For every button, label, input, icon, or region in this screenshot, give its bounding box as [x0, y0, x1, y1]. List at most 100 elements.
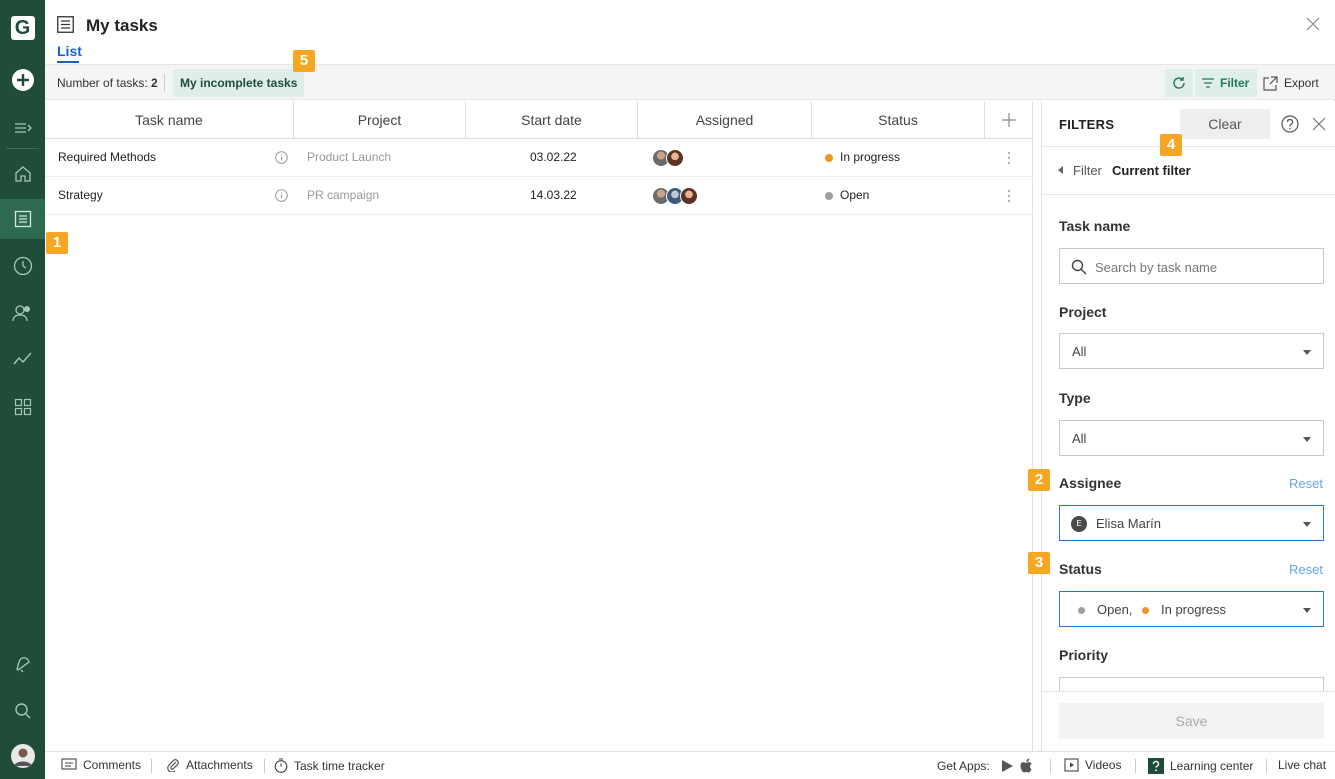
clock-icon[interactable] [0, 246, 45, 286]
search-icon[interactable] [0, 691, 45, 731]
task-count: Number of tasks: 2 [57, 76, 158, 90]
refresh-button[interactable] [1165, 69, 1193, 97]
filter-button[interactable]: Filter [1195, 69, 1257, 97]
priority-select[interactable] [1059, 677, 1324, 691]
notifications-icon[interactable] [0, 644, 45, 684]
chevron-down-icon [1303, 608, 1311, 613]
assignee-label: Assignee [1059, 475, 1122, 491]
badge-4: 4 [1160, 134, 1182, 156]
analytics-icon[interactable] [0, 339, 45, 379]
status-value-in-progress: In progress [1161, 602, 1227, 617]
videos-label: Videos [1085, 758, 1122, 772]
type-value: All [1072, 431, 1087, 446]
table-row[interactable]: Required Methods Product Launch 03.02.22… [45, 139, 1033, 177]
task-name-cell[interactable]: Strategy [58, 177, 103, 214]
filter-breadcrumb[interactable]: Filter Current filter [1042, 147, 1335, 195]
live-chat-label: Live chat [1278, 758, 1327, 772]
status-dot [825, 154, 833, 162]
comments-button[interactable]: Comments [61, 758, 141, 772]
badge-1: 1 [46, 232, 68, 254]
status-select[interactable]: Open, In progress [1059, 591, 1324, 627]
tasks-list-icon[interactable] [0, 199, 45, 239]
task-name-label: Task name [1059, 218, 1131, 234]
close-panel-icon[interactable] [1312, 117, 1326, 131]
help-icon[interactable] [1281, 115, 1299, 133]
task-name-search-input[interactable]: Search by task name [1059, 248, 1324, 284]
close-icon[interactable] [1305, 16, 1321, 32]
bottom-bar: Comments Attachments Task time tracker G… [45, 751, 1335, 779]
status-cell[interactable]: Open [840, 177, 869, 214]
refresh-icon [1173, 77, 1185, 89]
add-icon[interactable] [0, 60, 45, 100]
users-icon[interactable] [0, 293, 45, 333]
row-menu-icon[interactable] [1004, 188, 1014, 204]
get-apps-label: Get Apps: [937, 759, 990, 773]
app-logo[interactable]: G [0, 8, 45, 48]
expand-menu-icon[interactable] [0, 108, 45, 148]
project-select[interactable]: All [1059, 333, 1324, 369]
search-placeholder: Search by task name [1095, 260, 1218, 275]
add-column-button[interactable] [985, 101, 1033, 139]
start-date-cell: 03.02.22 [530, 150, 577, 164]
table-header: Task name Project Start date Assigned St… [45, 101, 1033, 139]
page-title: My tasks [86, 16, 158, 35]
column-header-project[interactable]: Project [294, 101, 466, 139]
type-select[interactable]: All [1059, 420, 1324, 456]
column-header-task-name[interactable]: Task name [45, 101, 294, 139]
save-button[interactable]: Save [1059, 703, 1324, 739]
plus-icon [1002, 113, 1016, 127]
filters-panel: FILTERS Clear Filter Current filter Task… [1041, 101, 1335, 751]
back-arrow-icon[interactable] [1058, 166, 1063, 174]
export-icon [1263, 75, 1278, 91]
user-avatar[interactable] [0, 736, 45, 776]
assignee-avatars[interactable] [652, 187, 698, 205]
avatar [680, 187, 698, 205]
assignee-avatars[interactable] [652, 149, 684, 167]
chevron-down-icon [1303, 522, 1311, 527]
table-row[interactable]: Strategy PR campaign 14.03.22 Open [45, 177, 1033, 215]
info-icon[interactable] [275, 189, 288, 202]
task-time-tracker-button[interactable]: Task time tracker [274, 758, 385, 773]
home-icon[interactable] [0, 154, 45, 194]
badge-3: 3 [1028, 552, 1050, 574]
breadcrumb-parent[interactable]: Filter [1073, 163, 1102, 178]
video-icon [1064, 758, 1079, 772]
learning-center-label: Learning center [1170, 759, 1254, 773]
my-incomplete-tasks-button[interactable]: My incomplete tasks [173, 69, 305, 97]
footer-divider [151, 759, 152, 773]
column-header-status[interactable]: Status [812, 101, 985, 139]
assignee-select[interactable]: E Elisa Marín [1059, 505, 1324, 541]
filter-button-label: Filter [1220, 76, 1250, 90]
filter-icon [1202, 78, 1214, 88]
learning-center-button[interactable]: Learning center [1148, 758, 1253, 774]
status-cell[interactable]: In progress [840, 139, 900, 176]
assignee-reset-link[interactable]: Reset [1289, 476, 1323, 491]
info-icon[interactable] [275, 151, 288, 164]
footer-divider [1135, 759, 1136, 773]
status-reset-link[interactable]: Reset [1289, 562, 1323, 577]
in-progress-status-dot [1142, 607, 1149, 614]
export-button[interactable]: Export [1263, 69, 1319, 97]
videos-button[interactable]: Videos [1064, 758, 1121, 772]
priority-label: Priority [1059, 647, 1109, 663]
apps-grid-icon[interactable] [0, 387, 45, 427]
live-chat-button[interactable]: Live chat [1278, 758, 1326, 772]
google-play-icon[interactable] [1000, 759, 1014, 773]
apple-icon[interactable] [1020, 758, 1034, 774]
sidebar-divider [6, 148, 39, 149]
tab-underline [57, 61, 79, 63]
chevron-down-icon [1303, 350, 1311, 355]
project-cell: Product Launch [307, 150, 392, 164]
clear-button[interactable]: Clear [1180, 109, 1270, 139]
badge-2: 2 [1028, 469, 1050, 491]
help-book-icon [1148, 758, 1164, 774]
project-cell: PR campaign [307, 188, 380, 202]
filters-header: FILTERS Clear [1042, 101, 1335, 147]
tab-list[interactable]: List [57, 43, 82, 59]
column-header-assigned[interactable]: Assigned [638, 101, 812, 139]
column-header-start-date[interactable]: Start date [466, 101, 638, 139]
row-menu-icon[interactable] [1004, 150, 1014, 166]
attachments-button[interactable]: Attachments [166, 758, 253, 772]
status-label: Status [1059, 561, 1102, 577]
task-name-cell[interactable]: Required Methods [58, 139, 156, 176]
